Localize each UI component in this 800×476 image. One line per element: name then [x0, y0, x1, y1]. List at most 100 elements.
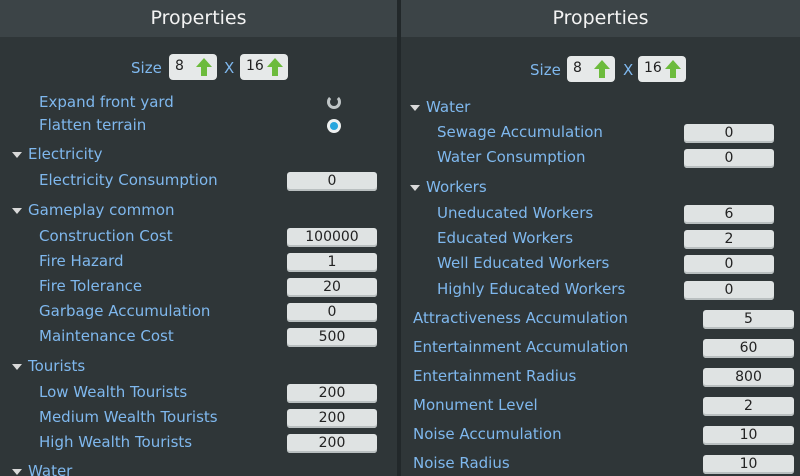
property-row: Construction Cost 100000	[0, 227, 397, 249]
value-field-highly-educated-workers[interactable]: 0	[684, 281, 774, 300]
property-row: Entertainment Accumulation 60	[401, 338, 800, 360]
size-width-value[interactable]: 8	[175, 58, 184, 74]
value-field-low-wealth-tourists[interactable]: 200	[287, 384, 377, 403]
property-label-electricity-consumption: Electricity Consumption	[39, 171, 218, 189]
properties-panel-right: Water Sewage Accumulation 0 Water Consumpti…	[401, 0, 800, 476]
triangle-down-icon[interactable]	[12, 151, 22, 158]
property-label-well-educated-workers: Well Educated Workers	[437, 254, 610, 272]
radio-checked-dot	[330, 122, 338, 130]
size-width-value[interactable]: 8	[573, 60, 582, 76]
triangle-down-icon[interactable]	[12, 207, 22, 214]
property-label-maintenance-cost: Maintenance Cost	[39, 327, 174, 345]
panel-title: Properties	[401, 0, 800, 37]
value-field-sewage-accumulation[interactable]: 0	[684, 124, 774, 143]
value-field-electricity-consumption[interactable]: 0	[287, 172, 377, 191]
value-field-noise-radius[interactable]: 10	[703, 455, 794, 474]
category-label: Electricity	[28, 145, 103, 163]
property-label-garbage-accumulation: Garbage Accumulation	[39, 302, 211, 320]
value-field-entertainment-radius[interactable]: 800	[703, 368, 794, 387]
category-tourists[interactable]: Tourists	[12, 357, 85, 375]
value-field-well-educated-workers[interactable]: 0	[684, 255, 774, 274]
size-length-value[interactable]: 16	[246, 58, 264, 74]
size-label: Size	[131, 59, 162, 77]
expand-front-yard-radio[interactable]	[327, 95, 341, 109]
property-row: Noise Radius 10	[401, 454, 800, 476]
property-row: Uneducated Workers 6	[401, 204, 800, 226]
category-row: Water	[0, 462, 397, 476]
property-row: Water Consumption 0	[401, 148, 800, 170]
value-field-medium-wealth-tourists[interactable]: 200	[287, 409, 377, 428]
property-row: Highly Educated Workers 0	[401, 280, 800, 302]
value-field-maintenance-cost[interactable]: 500	[287, 328, 377, 347]
category-workers[interactable]: Workers	[410, 178, 487, 196]
value-field-educated-workers[interactable]: 2	[684, 230, 774, 249]
category-water[interactable]: Water	[410, 98, 470, 116]
flatten-terrain-radio[interactable]	[327, 119, 341, 133]
size-length-field[interactable]: 16	[638, 56, 686, 82]
property-label-entertainment-accumulation: Entertainment Accumulation	[413, 338, 629, 356]
property-label-attractiveness-accumulation: Attractiveness Accumulation	[413, 309, 628, 327]
size-length-field[interactable]: 16	[240, 54, 288, 80]
property-label-noise-radius: Noise Radius	[413, 454, 510, 472]
value-field-fire-hazard[interactable]: 1	[287, 253, 377, 272]
property-label-water-consumption: Water Consumption	[437, 148, 586, 166]
property-row: Educated Workers 2	[401, 229, 800, 251]
category-row: Gameplay common	[0, 201, 397, 223]
category-electricity[interactable]: Electricity	[12, 145, 103, 163]
green-up-arrow-icon[interactable]	[664, 59, 682, 79]
size-width-field[interactable]: 8	[567, 56, 615, 82]
triangle-down-icon[interactable]	[410, 184, 420, 191]
panel-title: Properties	[0, 0, 397, 37]
triangle-down-icon[interactable]	[12, 363, 22, 370]
value-field-uneducated-workers[interactable]: 6	[684, 205, 774, 224]
value-field-construction-cost[interactable]: 100000	[287, 228, 377, 247]
properties-panel-left: Expand front yard Flatten terrain Electric…	[0, 0, 397, 476]
property-row: Fire Hazard 1	[0, 252, 397, 274]
property-label-monument-level: Monument Level	[413, 396, 538, 414]
property-label-expand-front-yard: Expand front yard	[39, 93, 174, 111]
value-field-fire-tolerance[interactable]: 20	[287, 278, 377, 297]
property-label-flatten-terrain: Flatten terrain	[39, 116, 147, 134]
property-label-high-wealth-tourists: High Wealth Tourists	[39, 433, 193, 451]
property-row: Fire Tolerance 20	[0, 277, 397, 299]
size-width-field[interactable]: 8	[169, 54, 217, 80]
triangle-down-icon[interactable]	[410, 104, 420, 111]
property-row: High Wealth Tourists 200	[0, 433, 397, 455]
category-label: Tourists	[28, 357, 86, 375]
property-row: Garbage Accumulation 0	[0, 302, 397, 324]
triangle-down-icon[interactable]	[12, 468, 22, 475]
property-row: Medium Wealth Tourists 200	[0, 408, 397, 430]
property-label-sewage-accumulation: Sewage Accumulation	[437, 123, 603, 141]
property-label-uneducated-workers: Uneducated Workers	[437, 204, 594, 222]
value-field-high-wealth-tourists[interactable]: 200	[287, 434, 377, 453]
category-label: Gameplay common	[28, 201, 175, 219]
green-up-arrow-icon[interactable]	[593, 59, 611, 79]
value-field-entertainment-accumulation[interactable]: 60	[703, 339, 794, 358]
category-row: Tourists	[0, 357, 397, 379]
property-label-construction-cost: Construction Cost	[39, 227, 173, 245]
size-x-label: X	[623, 61, 634, 79]
value-field-garbage-accumulation[interactable]: 0	[287, 303, 377, 322]
value-field-noise-accumulation[interactable]: 10	[703, 426, 794, 445]
category-row: Workers	[401, 178, 800, 200]
value-field-monument-level[interactable]: 2	[703, 397, 794, 416]
category-gameplay-common[interactable]: Gameplay common	[12, 201, 175, 219]
green-up-arrow-icon[interactable]	[195, 57, 213, 77]
green-up-arrow-icon[interactable]	[266, 57, 284, 77]
property-label-highly-educated-workers: Highly Educated Workers	[437, 280, 626, 298]
value-field-attractiveness-accumulation[interactable]: 5	[703, 310, 794, 329]
property-row: Entertainment Radius 800	[401, 367, 800, 389]
category-row: Electricity	[0, 145, 397, 167]
property-row: Low Wealth Tourists 200	[0, 383, 397, 405]
category-water[interactable]: Water	[12, 462, 72, 476]
value-field-water-consumption[interactable]: 0	[684, 149, 774, 168]
property-row: Maintenance Cost 500	[0, 327, 397, 349]
size-length-value[interactable]: 16	[644, 60, 662, 76]
category-row: Water	[401, 98, 800, 120]
property-row: Attractiveness Accumulation 5	[401, 309, 800, 331]
property-row: Sewage Accumulation 0	[401, 123, 800, 145]
property-label-fire-hazard: Fire Hazard	[39, 252, 124, 270]
property-row: Expand front yard	[0, 93, 397, 115]
property-row: Electricity Consumption 0	[0, 171, 397, 193]
category-label: Water	[28, 462, 73, 476]
